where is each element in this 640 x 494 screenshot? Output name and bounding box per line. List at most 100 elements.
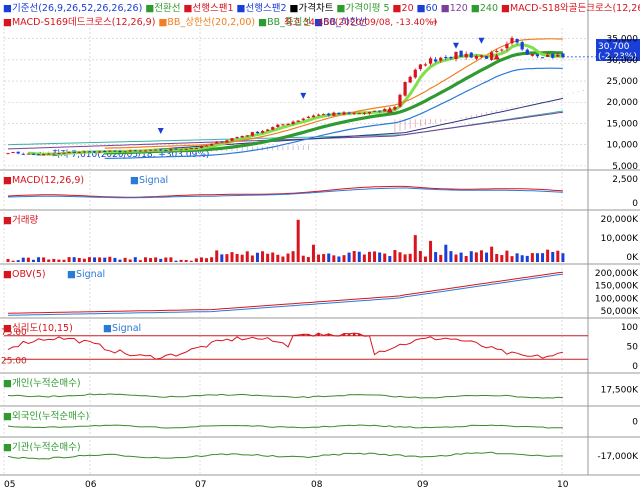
volume-bar (103, 257, 107, 262)
candle-body (113, 150, 117, 152)
candle-body (291, 121, 295, 124)
volume-bar (21, 257, 25, 262)
candle-body (72, 151, 76, 153)
candle-body (92, 151, 97, 153)
volume-bar (551, 252, 555, 262)
panel-title: ■거래량 (3, 214, 38, 226)
candle-body (490, 52, 494, 60)
candle-body (535, 54, 540, 57)
candle-body (189, 148, 193, 150)
volume-bar (362, 254, 366, 262)
legend-entry[interactable]: ■가격이평 5 (334, 2, 390, 14)
legend-entry[interactable]: ■가격차트 (287, 2, 334, 14)
panel-tick-label: -17,000K (597, 452, 639, 462)
candle-body (184, 148, 188, 150)
panel-tick-label: 20,000K (601, 215, 639, 225)
volume-bar (174, 260, 178, 262)
candle-body (194, 147, 198, 149)
legend-entry[interactable]: ■120 (438, 3, 468, 14)
candle-body (98, 151, 102, 153)
volume-bar (469, 251, 473, 262)
candle-body (372, 110, 377, 112)
candle-body (230, 138, 234, 141)
chart-canvas[interactable]: ■기준선(26,9,26,52,26,26,26) ■전환선 ■선행스팬1 ■선… (0, 0, 640, 490)
candle-body (154, 149, 158, 151)
volume-bar (37, 257, 41, 262)
panel-tick-label: 150,000K (595, 282, 639, 292)
candle-body (444, 57, 448, 59)
volume-bar (439, 254, 443, 262)
candle-body (164, 150, 168, 152)
candle-body (143, 150, 148, 152)
legend-entry[interactable]: ■기준선(26,9,26,52,26,26,26) (3, 3, 142, 14)
candle-body (36, 154, 41, 156)
legend-entry[interactable]: ■선행스팬2 (234, 2, 287, 14)
panel-tick-label: 100,000K (595, 294, 639, 304)
legend-entry[interactable]: ■BB_상한선(20,2,00) (155, 17, 255, 28)
volume-bar (373, 251, 377, 262)
main-legend-line1[interactable]: ■기준선(26,9,26,52,26,26,26) ■전환선 ■선행스팬1 ■선… (3, 2, 640, 14)
panel-title: ■OBV(5) (3, 269, 46, 280)
volume-bar (434, 252, 438, 262)
volume-bar (154, 257, 158, 262)
candle-body (413, 69, 417, 78)
candle-body (296, 120, 300, 122)
legend-entry[interactable]: ■MACD-S18와골든크로스(12,26,9) (498, 2, 640, 14)
volume-bar (454, 254, 458, 262)
volume-bar (520, 255, 524, 262)
volume-bar (266, 253, 270, 262)
candle-body (439, 57, 443, 61)
volume-bar (444, 244, 448, 262)
volume-bar (337, 256, 341, 262)
volume-bar (133, 257, 137, 262)
panel-signal-label: ■Signal (130, 175, 168, 186)
candle-body (16, 151, 20, 154)
psychology-ref-lo-label: 25.00 (1, 356, 27, 366)
volume-bar (225, 254, 229, 262)
candle-body (225, 140, 229, 143)
volume-bar (388, 256, 392, 262)
panel-signal-label: ■Signal (103, 323, 141, 334)
volume-bar (322, 254, 326, 262)
volume-bar (108, 256, 112, 262)
candle-body (474, 55, 478, 59)
volume-bar (449, 251, 453, 262)
volume-bar (546, 249, 550, 262)
volume-bar (128, 259, 132, 262)
panel-title: ■외국인(누적순매수) (3, 410, 89, 422)
legend-entry[interactable]: ■MACD-S169데드크로스(12,26,9) (3, 17, 155, 28)
legend-entry[interactable]: ■20 (390, 3, 414, 14)
y-tick-label: 10,000 (607, 141, 639, 151)
candle-body (276, 124, 280, 127)
legend-entry[interactable]: ■60 (414, 3, 438, 14)
y-tick-label: 20,000 (607, 98, 639, 108)
candle-body (332, 112, 336, 116)
volume-bar (184, 260, 188, 262)
max-price-annotation: 최고 34,450(2020/09/08, -13.40%) (284, 17, 437, 28)
volume-bar (500, 255, 504, 262)
panel-signal-label: ■Signal (67, 269, 105, 280)
volume-bar (535, 253, 539, 262)
candle-body (21, 153, 25, 155)
volume-bar (261, 251, 265, 262)
candle-body (123, 151, 127, 153)
volume-bar (245, 251, 249, 262)
legend-entry[interactable]: ■240 (468, 3, 498, 14)
candle-body (357, 113, 361, 115)
volume-bar (541, 253, 545, 262)
candle-body (459, 50, 463, 57)
candle-body (57, 153, 61, 155)
volume-bar (515, 253, 519, 262)
candle-body (561, 53, 565, 57)
volume-bar (474, 252, 478, 262)
candle-body (128, 150, 132, 152)
candle-body (204, 145, 209, 147)
volume-bar (367, 251, 371, 262)
panel-tick-label: 0K (626, 253, 639, 263)
legend-entry[interactable]: ■전환선 (142, 2, 180, 14)
volume-bar (403, 254, 407, 262)
legend-entry[interactable]: ■선행스팬1 (181, 2, 234, 14)
panel-tick-label: 2,500 (612, 175, 638, 185)
candle-body (148, 149, 153, 151)
candle-body (82, 151, 86, 153)
